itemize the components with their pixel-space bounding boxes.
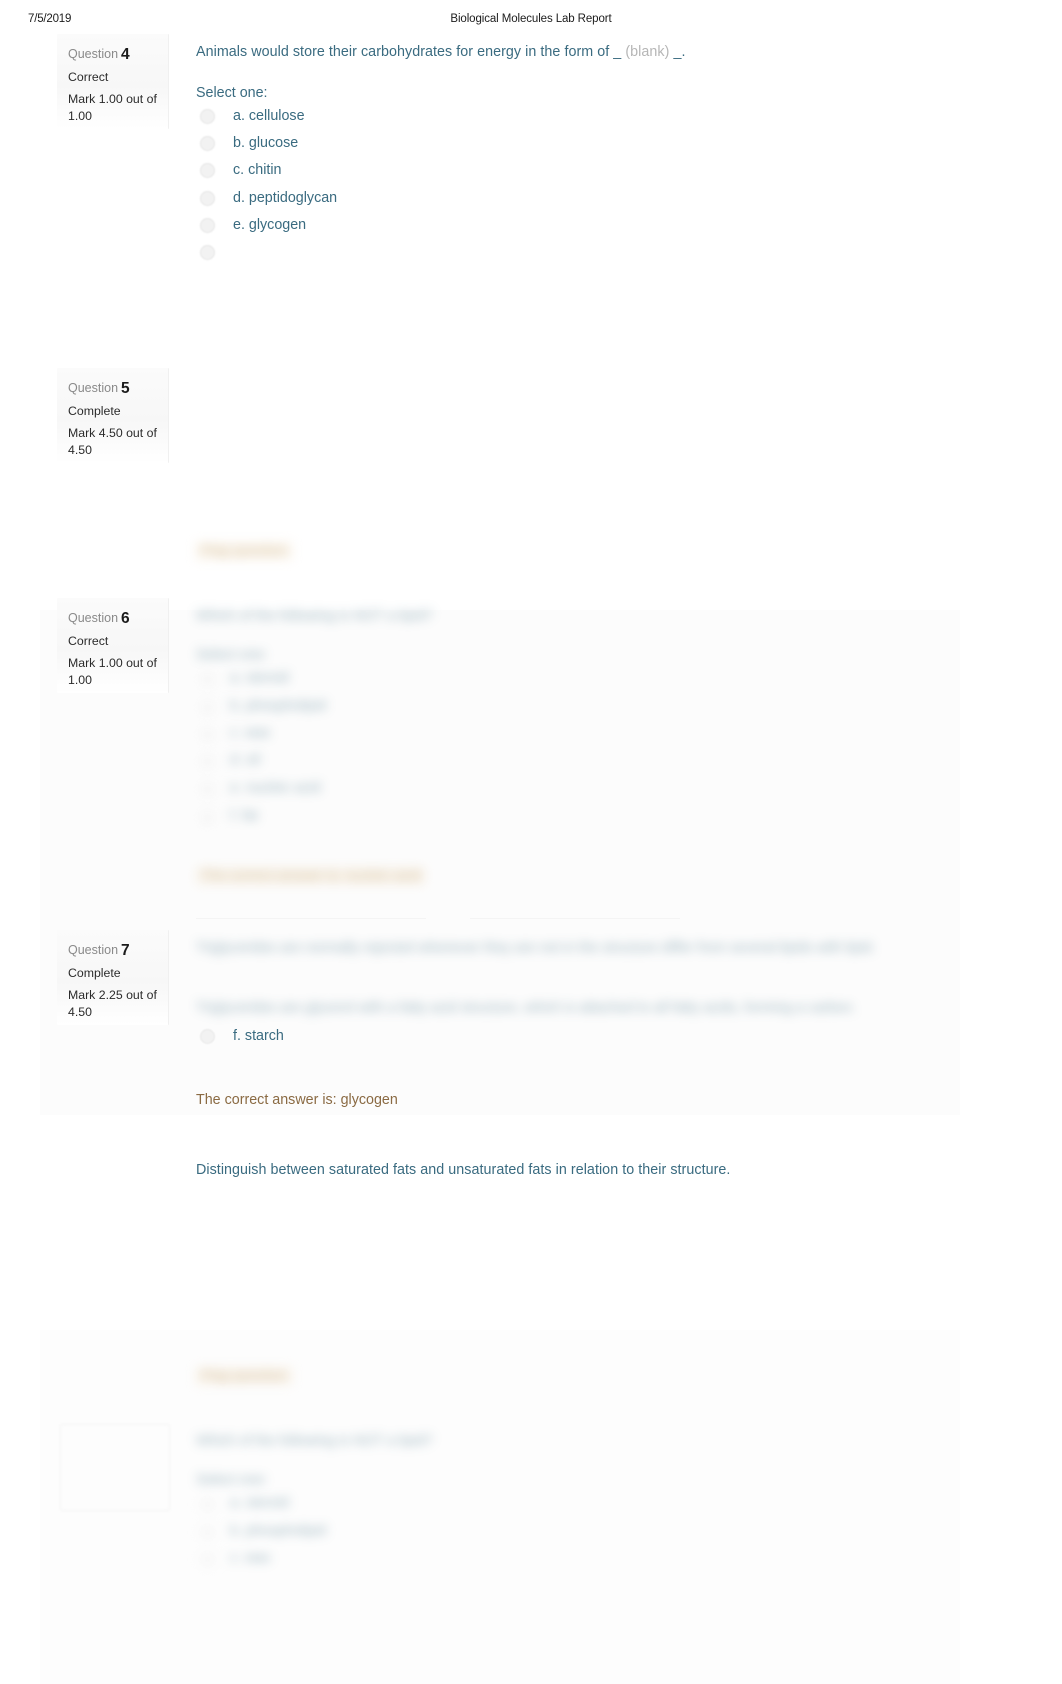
- panel-hairline-right: [470, 918, 680, 919]
- radio-button-icon[interactable]: [200, 1029, 215, 1044]
- answer-option-row-b[interactable]: b. glucose: [196, 133, 756, 155]
- question-state-4: Correct: [68, 70, 109, 84]
- radio-button-icon[interactable]: [200, 191, 215, 206]
- question-number-5: Question 5: [68, 380, 157, 397]
- question-number-7: Question 7: [68, 942, 157, 959]
- answer-option-label-f: f. starch: [233, 1028, 284, 1044]
- radio-button-icon[interactable]: [200, 136, 215, 151]
- question-state-6: Correct: [68, 634, 109, 648]
- question-grade-7: Mark 2.25 out of 4.50: [68, 988, 157, 1019]
- question-stem-4-after: _.: [673, 44, 686, 60]
- question-grade-6: Mark 1.00 out of 1.00: [68, 656, 157, 687]
- radio-button-icon[interactable]: [200, 109, 215, 124]
- correct-answer-feedback: The correct answer is: glycogen: [196, 1092, 398, 1108]
- radio-button-icon[interactable]: [200, 245, 215, 260]
- question-stem-4: Animals would store their carbohydrates …: [196, 42, 936, 62]
- question-info-7: Question 7 Complete Mark 2.25 out of 4.50: [57, 930, 169, 1025]
- redacted-badge-text: Flag question: [196, 542, 292, 560]
- question-info-4: Question 4 Correct Mark 1.00 out of 1.00: [57, 34, 169, 129]
- answer-option-row-a[interactable]: a. cellulose: [196, 106, 756, 128]
- question-number-6: Question 6: [68, 610, 157, 627]
- question-grade-5: Mark 4.50 out of 4.50: [68, 426, 157, 457]
- answer-option-row-e[interactable]: e. glycogen: [196, 215, 756, 237]
- question-number-value-4: 4: [121, 46, 130, 63]
- question-info-5: Question 5 Complete Mark 4.50 out of 4.50: [57, 368, 169, 463]
- question-info-6: Question 6 Correct Mark 1.00 out of 1.00: [57, 598, 169, 693]
- radio-button-icon[interactable]: [200, 218, 215, 233]
- question-number-value-6: 6: [121, 610, 130, 627]
- redacted-question-info-box: [60, 1424, 170, 1511]
- answer-option-label-a: a. cellulose: [233, 108, 305, 124]
- bottom-panel-shade: [40, 1330, 960, 1684]
- question-stem-4-before: Animals would store their carbohydrates …: [196, 44, 622, 60]
- answer-option-row-f-top[interactable]: [196, 242, 756, 264]
- question-number-value-5: 5: [121, 380, 130, 397]
- redacted-flag-badge-1: Flag question: [196, 541, 292, 561]
- answer-option-label-e: e. glycogen: [233, 217, 307, 233]
- question-number-value-7: 7: [121, 942, 130, 959]
- question-number-label-6: Question: [68, 611, 119, 625]
- panel-hairline-left: [196, 918, 426, 919]
- radio-button-icon[interactable]: [200, 163, 215, 178]
- essay-prompt-text: Distinguish between saturated fats and u…: [196, 1162, 731, 1178]
- answer-option-label-c: c. chitin: [233, 162, 282, 178]
- answer-option-label-b: b. glucose: [233, 135, 299, 151]
- document-title: Biological Molecules Lab Report: [450, 13, 612, 25]
- answer-option-row-d[interactable]: d. peptidoglycan: [196, 188, 756, 210]
- answer-option-row-f[interactable]: f. starch: [196, 1026, 756, 1048]
- answer-option-row-c[interactable]: c. chitin: [196, 160, 756, 182]
- question-number-4: Question 4: [68, 46, 157, 63]
- question-state-7: Complete: [68, 966, 121, 980]
- question-number-label-5: Question: [68, 381, 119, 395]
- answer-option-label-d: d. peptidoglycan: [233, 190, 338, 206]
- question-blank-placeholder-4: (blank): [625, 44, 670, 60]
- question-grade-4: Mark 1.00 out of 1.00: [68, 92, 157, 123]
- question-number-label-7: Question: [68, 943, 119, 957]
- question-state-5: Complete: [68, 404, 121, 418]
- question-number-label-4: Question: [68, 47, 119, 61]
- print-header: 7/5/2019 Biological Molecules Lab Report: [0, 13, 1062, 31]
- select-one-prompt-4: Select one:: [196, 85, 268, 101]
